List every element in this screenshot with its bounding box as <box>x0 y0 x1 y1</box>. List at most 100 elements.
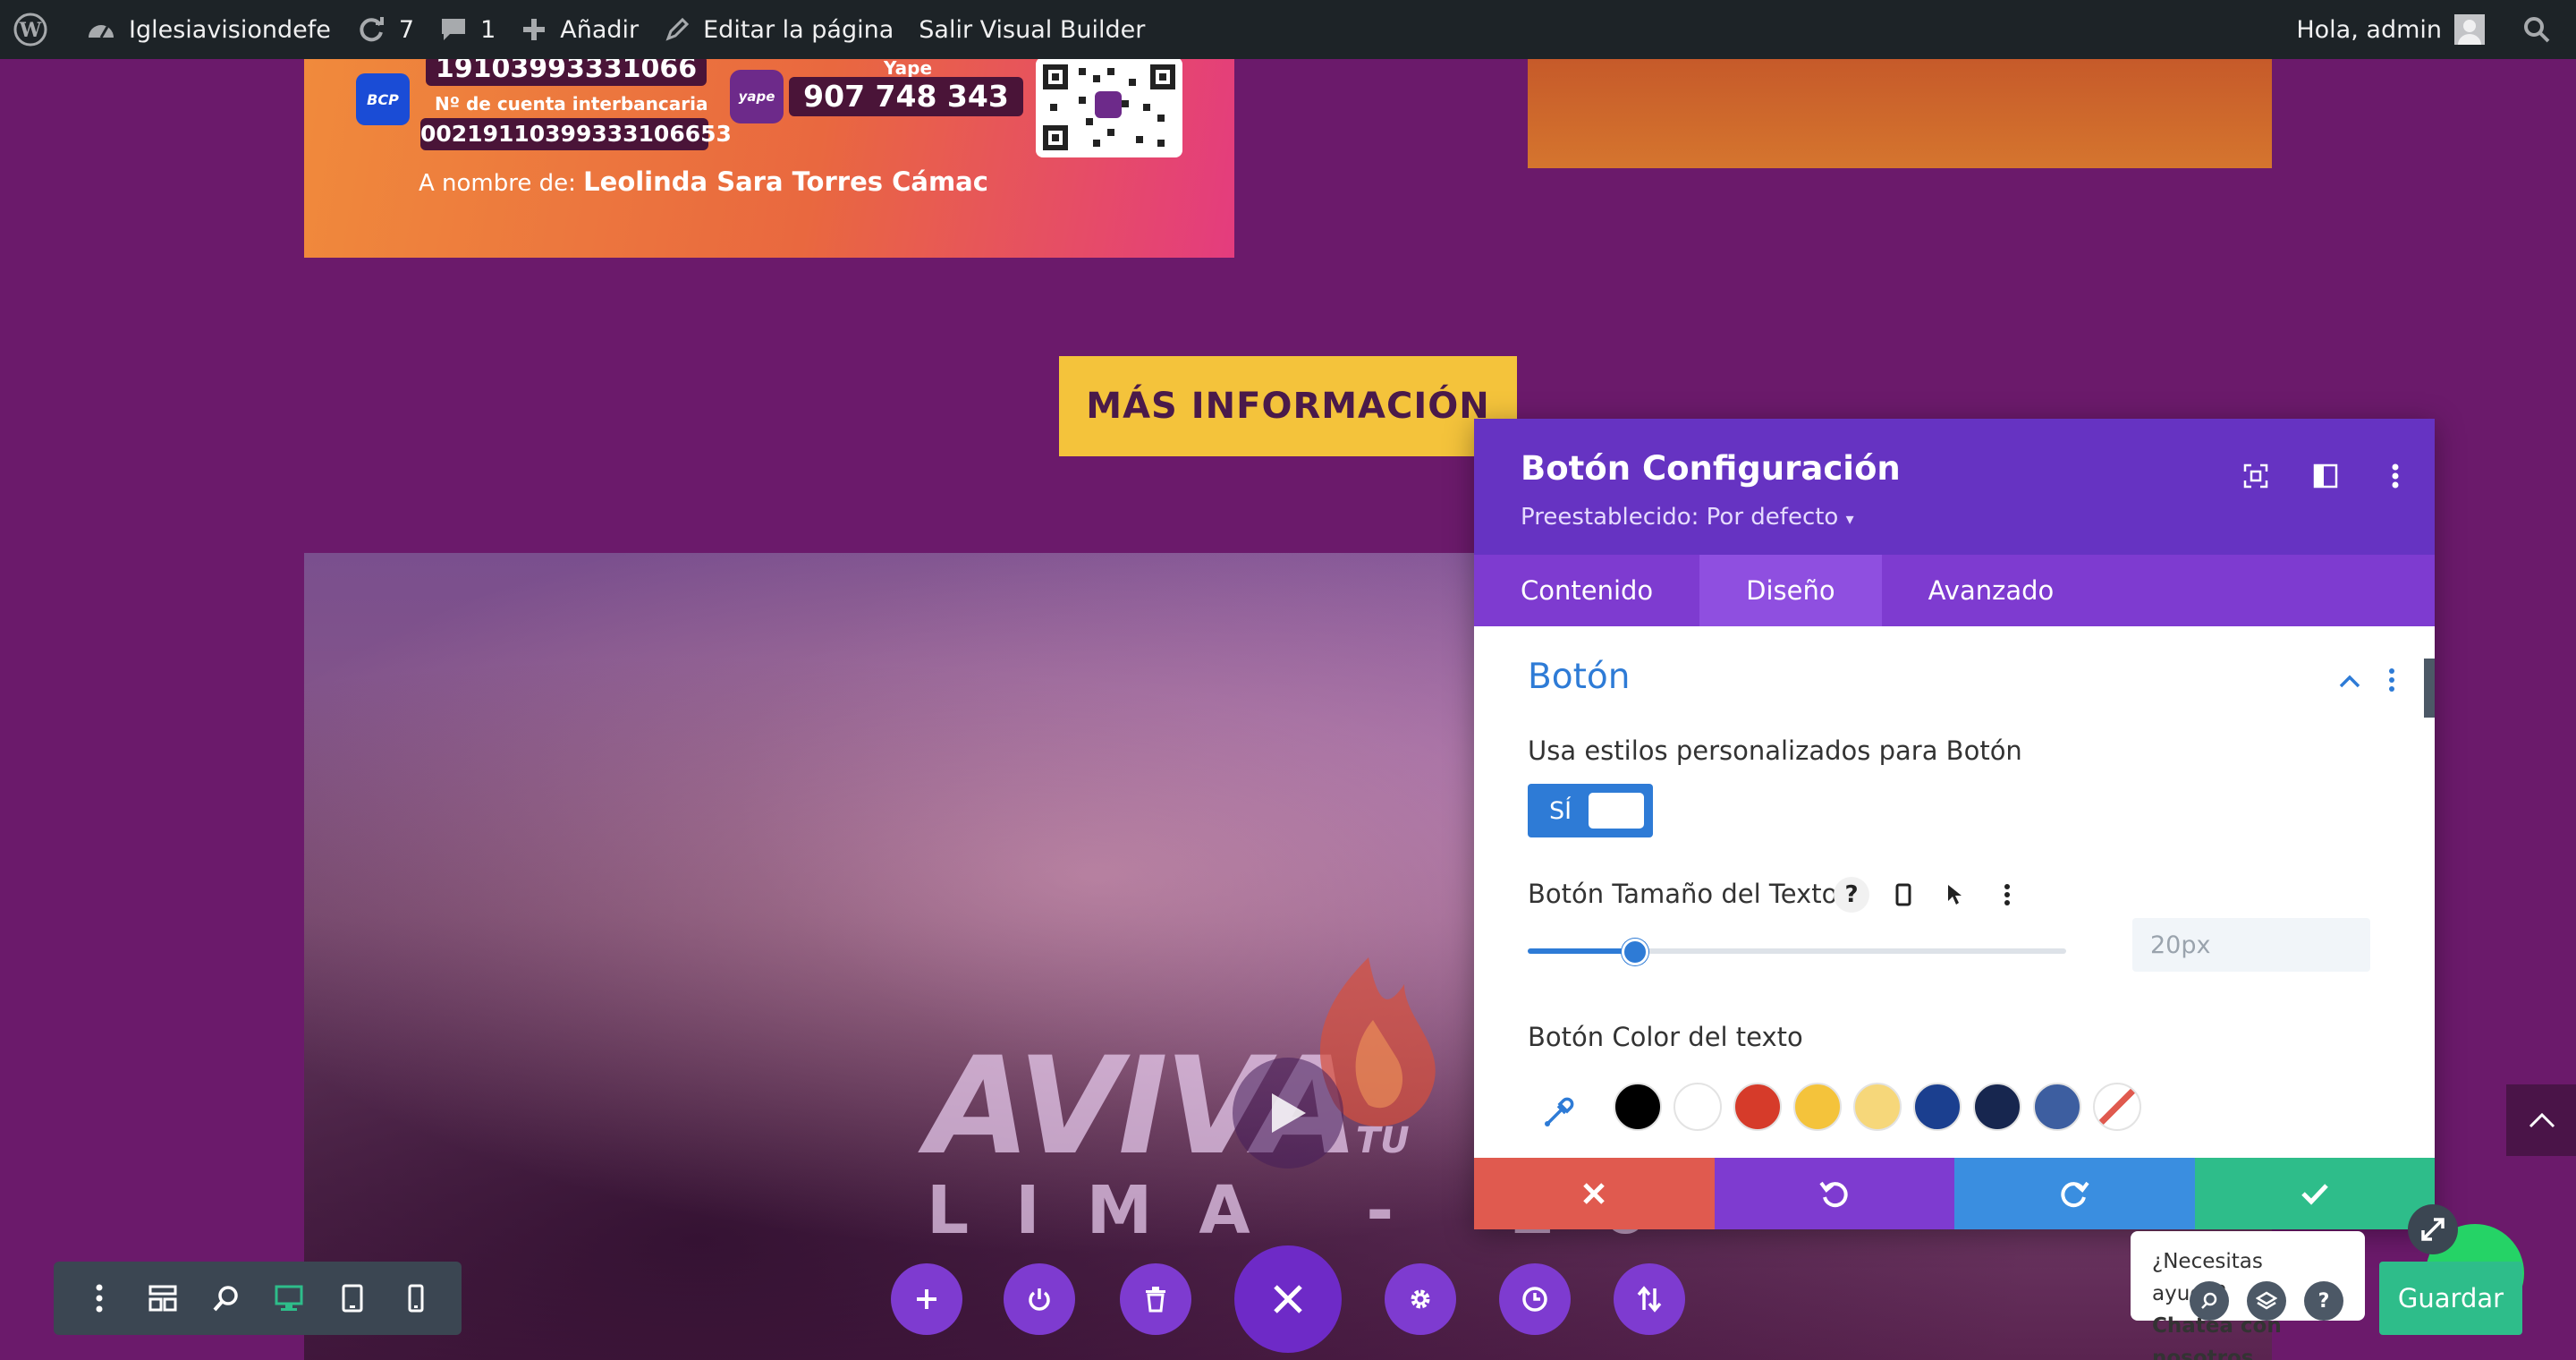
mas-informacion-button[interactable]: MÁS INFORMACIÓN <box>1059 356 1517 456</box>
layers-button[interactable] <box>2247 1281 2286 1321</box>
power-icon <box>1029 1288 1050 1311</box>
text-size-label: Botón Tamaño del Texto <box>1528 879 1838 909</box>
desktop-view-button[interactable] <box>267 1277 310 1320</box>
comment-icon <box>442 19 466 40</box>
bcp-logo: BCP <box>356 73 410 125</box>
clock-icon <box>1522 1287 1547 1312</box>
color-swatch[interactable] <box>1913 1083 1962 1131</box>
yape-logo-text: yape <box>738 89 775 105</box>
split-view-button[interactable] <box>2304 455 2347 497</box>
expand-button[interactable] <box>2408 1204 2458 1254</box>
fullscreen-button[interactable] <box>2234 455 2277 497</box>
text-color-label: Botón Color del texto <box>1528 1022 1803 1052</box>
color-swatch[interactable] <box>1674 1083 1722 1131</box>
close-builder-button[interactable] <box>1234 1245 1342 1353</box>
plus-icon <box>523 19 546 40</box>
updates-count: 7 <box>398 15 415 44</box>
history-button[interactable] <box>1499 1263 1571 1335</box>
add-new-link[interactable]: Añadir <box>508 0 651 59</box>
chevron-up-icon[interactable] <box>2338 673 2361 689</box>
close-icon <box>1583 1183 1606 1204</box>
scroll-to-top-button[interactable] <box>2506 1084 2576 1156</box>
more-vertical-icon <box>96 1284 103 1313</box>
guardar-button[interactable]: Guardar <box>2379 1262 2522 1335</box>
delete-button[interactable] <box>1120 1263 1191 1335</box>
comments-count: 1 <box>480 15 496 44</box>
toggle-knob <box>1589 793 1644 829</box>
greeting: Hola, admin <box>2296 15 2442 44</box>
updates-link[interactable]: 7 <box>343 0 427 59</box>
color-swatch[interactable] <box>1853 1083 1902 1131</box>
plus-icon <box>917 1289 936 1309</box>
color-swatch[interactable] <box>2033 1083 2081 1131</box>
orange-banner-image <box>1528 59 2272 168</box>
tab-avanzado[interactable]: Avanzado <box>1882 555 2101 626</box>
search-layers-button[interactable] <box>2190 1281 2229 1321</box>
eyedropper-icon[interactable] <box>1542 1093 1578 1129</box>
preset-selector[interactable]: Preestablecido: Por defecto ▾ <box>1521 504 2388 531</box>
edit-page-label: Editar la página <box>703 15 894 44</box>
field-menu-button[interactable] <box>1989 877 2025 913</box>
tab-diseno[interactable]: Diseño <box>1699 555 1882 626</box>
panel-scrollbar[interactable] <box>2424 659 2435 718</box>
hover-button[interactable] <box>1937 877 1973 913</box>
site-name-link[interactable]: Iglesiavisiondefe <box>73 0 343 59</box>
panel-header[interactable]: Botón Configuración Preestablecido: Por … <box>1474 419 2435 555</box>
section-title[interactable]: Botón <box>1528 657 1631 697</box>
gear-icon <box>1411 1289 1430 1309</box>
disable-button[interactable] <box>1004 1263 1075 1335</box>
help-button[interactable]: ? <box>1834 877 1869 913</box>
yape-label: Yape <box>884 57 933 79</box>
cancel-button[interactable] <box>1474 1158 1715 1229</box>
text-size-slider-thumb[interactable] <box>1622 939 1649 965</box>
edit-page-link[interactable]: Editar la página <box>651 0 906 59</box>
color-swatch[interactable] <box>1793 1083 1842 1131</box>
undo-icon <box>1819 1181 1848 1208</box>
exit-builder-link[interactable]: Salir Visual Builder <box>906 0 1157 59</box>
undo-button[interactable] <box>1714 1158 1954 1229</box>
text-size-input[interactable] <box>2132 918 2370 972</box>
wordpress-logo[interactable]: W <box>0 0 73 59</box>
guardar-label: Guardar <box>2397 1283 2504 1313</box>
chevron-up-icon <box>2529 1112 2555 1128</box>
responsive-button[interactable] <box>1885 877 1921 913</box>
color-swatch[interactable] <box>1973 1083 2021 1131</box>
interbank-label: Nº de cuenta interbancaria <box>435 93 708 115</box>
section-more-icon[interactable] <box>2388 667 2395 693</box>
comments-link[interactable]: 1 <box>427 0 508 59</box>
admin-bar: W Iglesiavisiondefe 7 1 Añadir Editar la… <box>0 0 2576 59</box>
swatch-none[interactable] <box>2093 1083 2141 1131</box>
qr-code-icon <box>1043 64 1175 150</box>
help-button[interactable]: ? <box>2304 1281 2343 1321</box>
help-icon: ? <box>2318 1289 2330 1313</box>
columns-icon <box>2313 463 2338 489</box>
builder-menu-button[interactable] <box>78 1277 121 1320</box>
panel-footer <box>1474 1158 2435 1229</box>
tablet-view-button[interactable] <box>331 1277 374 1320</box>
portability-button[interactable] <box>1614 1263 1685 1335</box>
add-module-button[interactable] <box>891 1263 962 1335</box>
save-settings-button[interactable] <box>2194 1158 2435 1229</box>
color-swatch[interactable] <box>1733 1083 1782 1131</box>
account-menu[interactable]: Hola, admin <box>2284 0 2510 59</box>
panel-menu-button[interactable] <box>2374 455 2417 497</box>
wireframe-view-button[interactable] <box>141 1277 184 1320</box>
tablet-icon <box>342 1284 363 1313</box>
tab-label: Contenido <box>1521 575 1654 606</box>
cursor-icon <box>1948 885 1962 905</box>
admin-search[interactable] <box>2510 0 2576 59</box>
import-export-icon <box>1637 1286 1662 1313</box>
tab-contenido[interactable]: Contenido <box>1474 555 1699 626</box>
phone-view-button[interactable] <box>394 1277 437 1320</box>
layers-icon <box>2256 1291 2277 1310</box>
zoom-view-button[interactable] <box>205 1277 248 1320</box>
color-swatch[interactable] <box>1614 1083 1662 1131</box>
more-vertical-icon <box>2392 463 2399 489</box>
redo-button[interactable] <box>1954 1158 2195 1229</box>
custom-styles-toggle[interactable]: SÍ <box>1528 784 1653 837</box>
text-size-slider-fill <box>1528 948 1636 954</box>
builder-view-toolbar <box>54 1262 462 1335</box>
play-button[interactable] <box>1233 1058 1343 1169</box>
page-settings-button[interactable] <box>1385 1263 1456 1335</box>
phone-icon <box>1895 883 1911 906</box>
